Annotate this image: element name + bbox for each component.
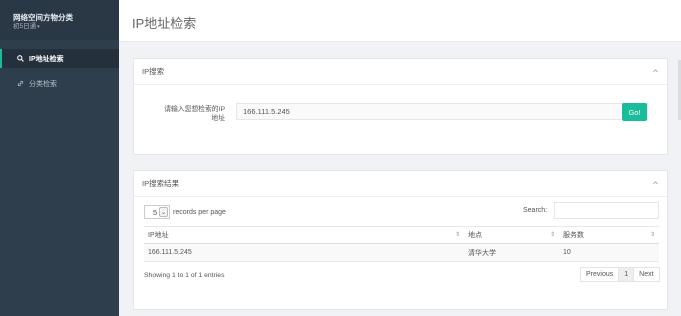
ip-field-label: 请输入您想检索的IP地址: [164, 106, 225, 122]
previous-page-button[interactable]: Previous: [581, 268, 619, 281]
table-info: Showing 1 to 1 of 1 entries: [144, 272, 225, 279]
sidebar-item-ip-search[interactable]: IP地址检索: [0, 49, 119, 68]
cell-services: 10: [559, 243, 659, 262]
sidebar-item-label: 分类检索: [29, 80, 57, 88]
page-length-select[interactable]: 5 ⌄: [144, 205, 170, 219]
chevron-up-icon[interactable]: [652, 67, 659, 76]
page-length-value: 5: [153, 207, 158, 217]
ip-results-panel: IP搜索结果 5 ⌄ records per page Search: IP地址…: [133, 170, 668, 310]
search-icon: [16, 55, 24, 63]
panel-header: IP搜索结果: [134, 171, 667, 197]
column-header-label: 地点: [468, 232, 482, 239]
ip-form: 请输入您想检索的IP地址 Go!: [134, 103, 667, 125]
column-header-location[interactable]: 地点 ⇕: [464, 226, 559, 244]
ip-search-panel: IP搜索 请输入您想检索的IP地址 Go!: [133, 58, 668, 155]
sidebar-item-label: IP地址检索: [29, 55, 64, 63]
column-header-label: IP地址: [148, 232, 169, 239]
top-bar: IP地址检索: [119, 0, 681, 42]
go-button[interactable]: Go!: [622, 103, 647, 121]
table-header-row: IP地址 ⇕ 地点 ⇕ 服务数 ⇕: [144, 226, 659, 244]
table-search-label: Search:: [523, 207, 548, 214]
sort-icon: ⇕: [454, 232, 460, 238]
panel-title: IP搜索: [142, 67, 165, 76]
caret-down-icon: ▾: [37, 24, 40, 30]
table-search-input[interactable]: [554, 202, 659, 219]
cell-ip: 166.111.5.245: [144, 243, 464, 262]
page-title: IP地址检索: [132, 16, 197, 31]
sort-icon: ⇕: [649, 232, 655, 238]
column-header-ip[interactable]: IP地址 ⇕: [144, 226, 464, 244]
cell-location: 清华大学: [464, 243, 559, 262]
page-1-button[interactable]: 1: [618, 268, 635, 281]
sidebar: 网络空间方物分类 初5日通▾ IP地址检索 分类检索: [0, 0, 119, 316]
results-table: IP地址 ⇕ 地点 ⇕ 服务数 ⇕ 166.111.5.245 清华大学 10: [144, 226, 659, 262]
records-per-page-label: records per page: [173, 208, 226, 216]
panel-title: IP搜索结果: [142, 179, 180, 188]
sidebar-nav: IP地址检索 分类检索: [0, 49, 119, 93]
ip-input[interactable]: [236, 103, 648, 120]
page-length-control: 5 ⌄ records per page: [144, 205, 226, 219]
user-menu[interactable]: 初5日通▾: [13, 22, 119, 32]
brand-title: 网络空间方物分类: [13, 13, 73, 22]
brand: 网络空间方物分类 初5日通▾: [0, 0, 119, 40]
pagination: Previous 1 Next: [580, 267, 660, 282]
next-page-button[interactable]: Next: [634, 268, 659, 281]
chevron-up-icon[interactable]: [652, 179, 659, 188]
sidebar-item-category-search[interactable]: 分类检索: [0, 74, 119, 93]
table-row[interactable]: 166.111.5.245 清华大学 10: [144, 243, 659, 262]
link-icon: [16, 80, 24, 88]
panel-header: IP搜索: [134, 59, 667, 85]
column-header-label: 服务数: [563, 232, 584, 239]
column-header-services[interactable]: 服务数 ⇕: [559, 226, 659, 244]
user-menu-label: 初5日通: [13, 23, 37, 30]
chevron-down-icon: ⌄: [159, 207, 168, 217]
sort-icon: ⇕: [549, 232, 555, 238]
